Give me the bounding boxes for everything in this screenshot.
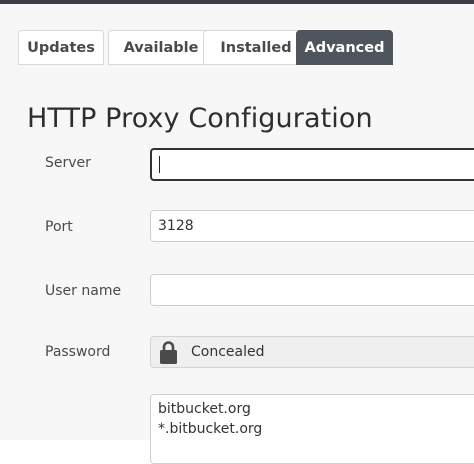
username-label: User name	[45, 283, 122, 299]
no-proxy-hosts-textarea[interactable]: bitbucket.org *.bitbucket.org	[150, 394, 474, 464]
username-input[interactable]	[150, 274, 474, 306]
password-value: Concealed	[191, 344, 265, 360]
no-proxy-host: bitbucket.org	[158, 401, 251, 417]
password-field[interactable]: Concealed	[150, 336, 474, 368]
settings-panel: Updates Available Installed Advanced HTT…	[0, 4, 474, 464]
tab-advanced[interactable]: Advanced	[296, 30, 393, 65]
server-label: Server	[45, 155, 91, 171]
text-caret	[159, 156, 160, 173]
lock-icon	[160, 340, 177, 364]
port-input[interactable]: 3128	[150, 210, 474, 242]
page-title: HTTP Proxy Configuration	[27, 103, 373, 134]
server-input[interactable]	[150, 148, 474, 181]
tab-installed[interactable]: Installed	[203, 30, 309, 65]
port-label: Port	[45, 219, 73, 235]
no-proxy-host: *.bitbucket.org	[158, 421, 263, 437]
port-value: 3128	[158, 218, 194, 234]
tab-updates[interactable]: Updates	[18, 30, 104, 65]
tab-available[interactable]: Available	[108, 30, 214, 65]
password-label: Password	[45, 344, 111, 360]
